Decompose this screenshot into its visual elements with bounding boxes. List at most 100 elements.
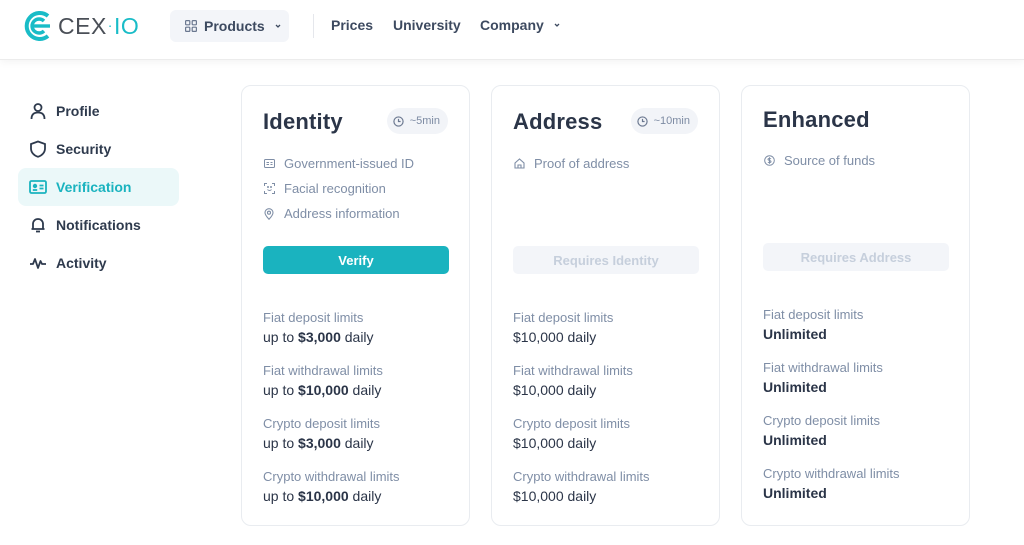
requirement-label: Proof of address	[534, 156, 630, 171]
limit-prefix: up to	[263, 382, 299, 398]
requires-identity-button[interactable]: Requires Identity	[513, 246, 699, 274]
sidebar-item-notifications[interactable]: Notifications	[18, 206, 179, 244]
limit-amount: $10,000	[298, 382, 349, 398]
limit-value: $10,000 daily	[513, 382, 597, 398]
limit-value: up to $10,000 daily	[263, 488, 381, 504]
limit-label: Crypto deposit limits	[263, 416, 381, 431]
nav-link-prices-label: Prices	[331, 17, 374, 33]
limit-suffix: daily	[348, 382, 382, 398]
limit-label: Fiat withdrawal limits	[513, 363, 633, 378]
limit-value: up to $10,000 daily	[263, 382, 381, 398]
home-icon	[513, 158, 525, 170]
limit-label: Fiat deposit limits	[763, 307, 864, 322]
sidebar-item-label: Activity	[56, 255, 107, 271]
requirement-label: Government-issued ID	[284, 156, 415, 171]
cex-io-logo[interactable]: CEX·IO	[20, 11, 139, 41]
limit-amount: $10,000	[298, 488, 349, 504]
requirement-label: Address information	[284, 206, 400, 221]
user-icon	[28, 101, 48, 121]
chevron-down-icon	[552, 20, 562, 30]
grid-icon	[185, 20, 197, 32]
nav-link-company[interactable]: Company	[480, 17, 562, 33]
sidebar-item-verification[interactable]: Verification	[18, 168, 179, 206]
requirement-item: Facial recognition	[263, 181, 386, 196]
face-scan-icon	[263, 183, 275, 195]
nav-link-university[interactable]: University	[393, 17, 461, 33]
activity-icon	[28, 253, 48, 273]
limit-value: $10,000 daily	[513, 488, 597, 504]
card-title: Address	[513, 109, 603, 134]
sidebar-item-security[interactable]: Security	[18, 130, 179, 168]
requirement-label: Source of funds	[784, 153, 876, 168]
limit-suffix: daily	[348, 488, 382, 504]
requires-identity-label: Requires Identity	[553, 252, 659, 268]
bell-icon	[28, 215, 48, 235]
limit-label: Crypto withdrawal limits	[763, 466, 900, 481]
clock-icon	[393, 115, 404, 127]
verify-button[interactable]: Verify	[263, 246, 449, 274]
verify-button-label: Verify	[338, 252, 374, 268]
logo-dot: ·	[107, 16, 113, 33]
limit-label: Crypto withdrawal limits	[513, 469, 650, 484]
limit-amount: $3,000	[298, 329, 341, 345]
sidebar-item-profile[interactable]: Profile	[18, 92, 179, 130]
location-pin-icon	[263, 207, 275, 220]
sidebar-item-label: Notifications	[56, 217, 141, 233]
limit-value: up to $3,000 daily	[263, 435, 374, 451]
limit-value: Unlimited	[763, 379, 827, 395]
requirement-label: Facial recognition	[284, 181, 386, 196]
sidebar-item-label: Profile	[56, 103, 100, 119]
id-card-icon	[28, 177, 48, 197]
dollar-coin-icon	[763, 155, 775, 167]
limit-label: Crypto deposit limits	[513, 416, 631, 431]
time-estimate-badge: ~5min	[386, 108, 448, 134]
limit-value: $10,000 daily	[513, 435, 597, 451]
sidebar-item-label: Security	[56, 141, 112, 157]
logo-text: CEX·IO	[58, 13, 139, 40]
shield-icon	[28, 139, 48, 159]
limit-value: Unlimited	[763, 432, 827, 448]
limit-value: up to $3,000 daily	[263, 329, 374, 345]
header-divider	[313, 14, 314, 38]
verification-card-address: Address ~10min Proof of address Requires…	[491, 85, 720, 526]
limit-suffix: daily	[340, 329, 374, 345]
top-header: CEX·IO Products Prices University Compan…	[0, 0, 1024, 60]
products-label: Products	[204, 18, 265, 34]
nav-link-prices[interactable]: Prices	[331, 17, 373, 33]
limit-prefix: up to	[263, 329, 299, 345]
limit-suffix: daily	[340, 435, 374, 451]
limit-label: Crypto deposit limits	[763, 413, 881, 428]
requirement-item: Source of funds	[763, 153, 875, 168]
sidebar-item-activity[interactable]: Activity	[18, 244, 179, 282]
limit-prefix: up to	[263, 488, 299, 504]
card-title: Identity	[263, 109, 343, 134]
limit-label: Fiat deposit limits	[513, 310, 614, 325]
time-estimate-badge: ~10min	[630, 108, 698, 134]
nav-link-company-label: Company	[480, 17, 544, 33]
clock-icon	[636, 115, 648, 127]
limit-label: Fiat deposit limits	[263, 310, 364, 325]
id-card-icon	[263, 158, 275, 170]
limit-label: Crypto withdrawal limits	[263, 469, 400, 484]
products-menu-button[interactable]: Products	[170, 10, 289, 42]
limit-value: Unlimited	[763, 326, 827, 342]
chevron-down-icon	[273, 21, 283, 31]
verification-card-enhanced: Enhanced Source of funds Requires Addres…	[741, 85, 970, 526]
limit-value: Unlimited	[763, 485, 827, 501]
nav-link-university-label: University	[393, 17, 461, 33]
limit-prefix: up to	[263, 435, 299, 451]
requirement-item: Government-issued ID	[263, 156, 414, 171]
limit-amount: $3,000	[298, 435, 341, 451]
card-title: Enhanced	[763, 107, 870, 132]
requirement-item: Address information	[263, 206, 400, 221]
limit-label: Fiat withdrawal limits	[763, 360, 883, 375]
requires-address-button[interactable]: Requires Address	[763, 243, 949, 271]
requirement-item: Proof of address	[513, 156, 629, 171]
time-estimate-text: ~10min	[653, 115, 690, 127]
verification-card-identity: Identity ~5min Government-issued ID Faci…	[241, 85, 470, 526]
limit-value: $10,000 daily	[513, 329, 597, 345]
requires-address-label: Requires Address	[800, 249, 912, 265]
time-estimate-text: ~5min	[409, 115, 440, 127]
sidebar-item-label: Verification	[56, 179, 132, 195]
limit-label: Fiat withdrawal limits	[263, 363, 383, 378]
